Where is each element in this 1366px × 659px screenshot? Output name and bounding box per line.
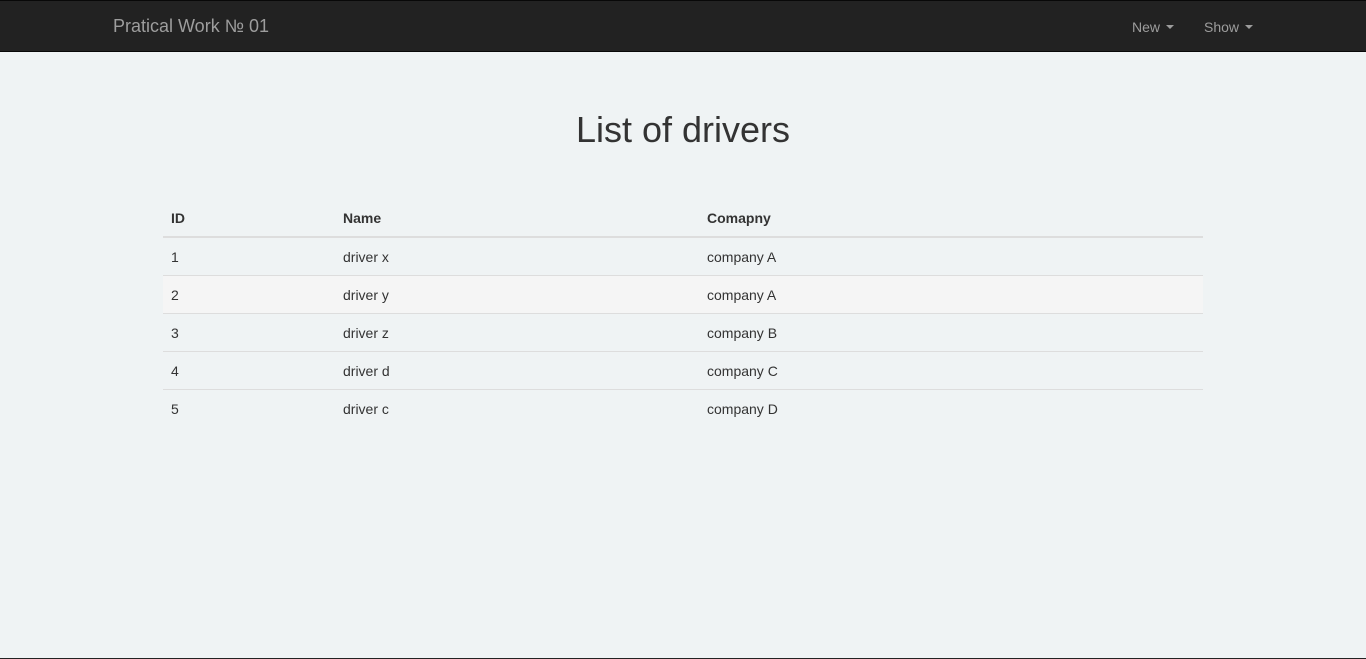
new-dropdown[interactable]: New (1132, 18, 1175, 36)
column-header-name: Name (335, 200, 699, 238)
show-dropdown-label: Show (1204, 19, 1240, 35)
cell-company: company A (699, 275, 1203, 314)
column-header-company: Comapny (699, 200, 1203, 238)
new-dropdown-label: New (1132, 19, 1161, 35)
caret-down-icon (1245, 25, 1254, 30)
caret-down-icon (1166, 25, 1175, 30)
navbar-brand[interactable]: Pratical Work № 01 (113, 16, 269, 36)
cell-id: 4 (163, 351, 335, 390)
top-navbar: Pratical Work № 01 New Show (0, 0, 1366, 52)
cell-id: 2 (163, 275, 335, 314)
page-title: List of drivers (575, 109, 791, 150)
table-row: 5 driver c company D (163, 389, 1203, 427)
cell-name: driver x (343, 248, 389, 265)
cell-company: company B (699, 313, 1203, 352)
column-header-id: ID (163, 200, 335, 238)
drivers-table-container: ID Name Comapny 1 driver x company A 2 d… (163, 200, 1203, 427)
cell-id: 3 (163, 313, 335, 352)
cell-id: 1 (171, 248, 179, 265)
table-header: ID Name Comapny (163, 200, 1203, 238)
table-row: 1 driver x company A (163, 237, 1203, 276)
cell-company: company A (707, 248, 777, 265)
table-row: 2 driver y company A (163, 275, 1203, 314)
table-header-row: ID Name Comapny (163, 200, 1203, 238)
show-dropdown[interactable]: Show (1204, 18, 1254, 36)
cell-id: 5 (163, 389, 335, 427)
table-body: 1 driver x company A 2 driver y company … (163, 237, 1203, 427)
cell-company: company D (699, 389, 1203, 427)
drivers-table: ID Name Comapny 1 driver x company A 2 d… (163, 200, 1203, 427)
cell-name: driver z (335, 313, 699, 352)
cell-name: driver y (335, 275, 699, 314)
cell-company: company C (699, 351, 1203, 390)
table-row: 4 driver d company C (163, 351, 1203, 390)
cell-name: driver c (335, 389, 699, 427)
cell-name: driver d (335, 351, 699, 390)
table-row: 3 driver z company B (163, 313, 1203, 352)
